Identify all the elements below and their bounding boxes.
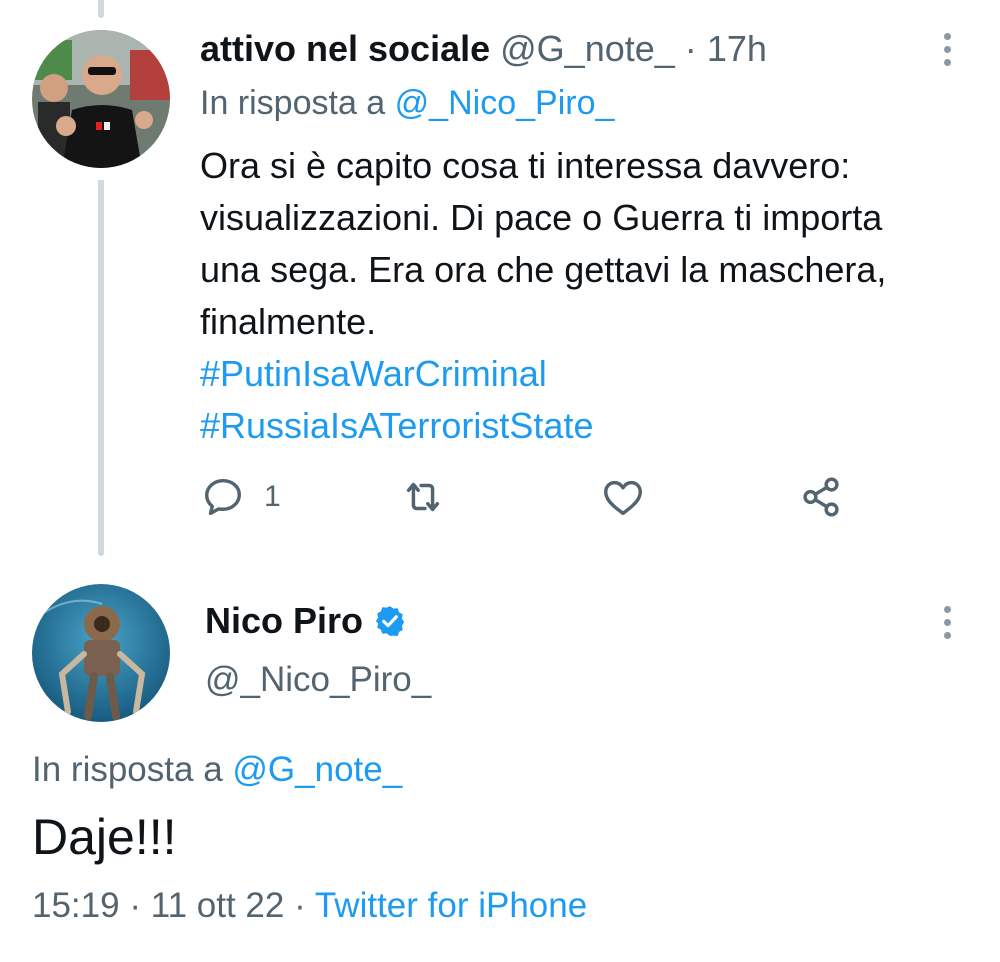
author-handle[interactable]: @_Nico_Piro_ — [205, 660, 431, 700]
thread-line-top — [98, 0, 104, 18]
hashtag-link[interactable]: #PutinIsaWarCriminal — [200, 348, 980, 400]
tweet1-header: attivo nel sociale @G_note_ · 17h — [200, 28, 767, 70]
share-button[interactable] — [798, 474, 844, 520]
reply-prefix: In risposta a — [200, 84, 386, 122]
tweet-text-line: una sega. Era ora che gettavi la mascher… — [200, 249, 887, 290]
author-name[interactable]: Nico Piro — [205, 600, 363, 642]
tweet-time[interactable]: 15:19 — [32, 886, 120, 925]
more-icon[interactable] — [942, 606, 952, 639]
reply-to-link[interactable]: @G_note_ — [232, 750, 402, 789]
dot-separator: · — [684, 28, 697, 69]
tweet-source-link[interactable]: Twitter for iPhone — [315, 886, 587, 925]
thread-line — [98, 180, 104, 556]
reply-button[interactable]: 1 — [200, 474, 281, 520]
tweet-actions: 1 — [200, 474, 880, 524]
author-handle[interactable]: @G_note_ — [500, 28, 675, 69]
share-icon — [803, 477, 839, 517]
reply-count: 1 — [264, 480, 281, 513]
tweet-time[interactable]: 17h — [707, 28, 767, 69]
like-icon — [604, 480, 642, 516]
tweet-text-line: finalmente. — [200, 301, 377, 342]
like-button[interactable] — [600, 474, 646, 520]
tweet-text: Ora si è capito cosa ti interessa davver… — [200, 140, 980, 452]
tweet-meta: 15:19 · 11 ott 22 · Twitter for iPhone — [32, 886, 587, 926]
reply-icon — [204, 478, 242, 516]
avatar-nico-piro[interactable] — [32, 584, 170, 722]
retweet-button[interactable] — [400, 474, 446, 520]
reply-context: In risposta a @_Nico_Piro_ — [200, 84, 614, 123]
dot-separator: · — [129, 886, 141, 925]
more-icon[interactable] — [942, 33, 952, 66]
dot-separator: · — [294, 886, 306, 925]
reply-prefix: In risposta a — [32, 750, 223, 789]
reply-context: In risposta a @G_note_ — [32, 750, 402, 790]
author-name[interactable]: attivo nel sociale — [200, 28, 490, 69]
retweet-icon — [406, 482, 440, 512]
tweet-text-line: Ora si è capito cosa ti interessa davver… — [200, 145, 851, 186]
tweet-text: Daje!!! — [32, 809, 177, 865]
hashtag-link[interactable]: #RussiaIsATerroristState — [200, 400, 980, 452]
reply-to-link[interactable]: @_Nico_Piro_ — [395, 84, 615, 122]
avatar-attivo-nel-sociale[interactable] — [32, 30, 170, 168]
author-name-row: Nico Piro — [205, 600, 407, 642]
tweet-date[interactable]: 11 ott 22 — [151, 886, 285, 925]
verified-badge-icon — [375, 606, 405, 637]
tweet-text-line: visualizzazioni. Di pace o Guerra ti imp… — [200, 197, 883, 238]
